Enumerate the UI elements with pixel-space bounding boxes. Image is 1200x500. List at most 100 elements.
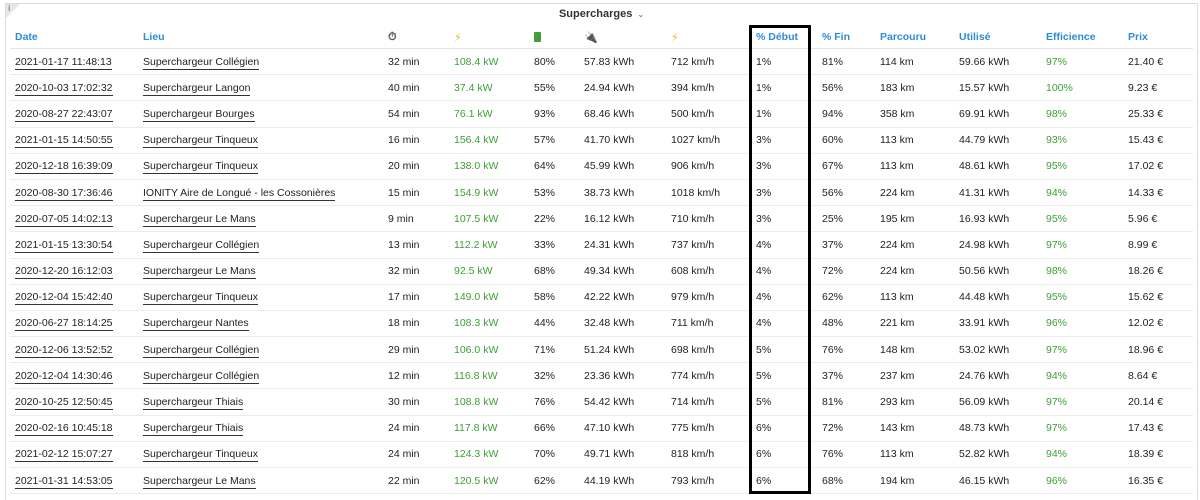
table-row[interactable]: 2020-12-20 16:12:03 Superchargeur Le Mans… [10,258,1193,285]
cell-lieu[interactable]: Superchargeur Nantes [138,310,383,338]
panel-title-text[interactable]: Supercharges [559,8,632,20]
cell-date-link[interactable]: 2020-12-04 14:30:46 [15,369,113,384]
cell-date-link[interactable]: 2020-12-06 13:52:52 [15,343,113,358]
column-header-utilise[interactable]: Utilisé [954,26,1041,49]
cell-lieu-link[interactable]: Superchargeur Collégien [143,238,260,253]
cell-lieu-link[interactable]: Superchargeur Le Mans [143,212,256,227]
table-row[interactable]: 2021-01-15 13:30:54 Superchargeur Collégi… [10,231,1193,259]
cell-date[interactable]: 2021-01-17 11:48:13 [10,48,138,76]
column-header-lieu[interactable]: Lieu [138,26,383,49]
cell-lieu-link[interactable]: Superchargeur Langon [143,81,251,96]
column-header-rate[interactable]: ⚡ [666,26,743,49]
cell-date-link[interactable]: 2020-10-03 17:02:32 [15,81,113,96]
cell-lieu[interactable]: Superchargeur Thiais [138,415,383,442]
cell-date[interactable]: 2020-12-04 15:42:40 [10,284,138,311]
cell-date[interactable]: 2020-12-20 16:12:03 [10,258,138,285]
chevron-down-icon[interactable]: ⌄ [637,10,644,19]
table-row[interactable]: 2020-06-27 18:14:25 Superchargeur Nantes 1… [10,310,1193,338]
table-row[interactable]: 2020-02-16 10:45:18 Superchargeur Thiais 2… [10,415,1193,442]
cell-lieu[interactable]: Superchargeur Tinqueux [138,127,383,154]
table-row[interactable]: 2020-07-05 14:02:13 Superchargeur Le Mans… [10,205,1193,233]
cell-lieu-link[interactable]: Superchargeur Tinqueux [143,291,258,306]
cell-lieu-link[interactable]: Superchargeur Bourges [143,107,255,122]
cell-lieu[interactable]: Superchargeur Le Mans [138,205,383,233]
cell-lieu[interactable]: Superchargeur Collégien [138,231,383,259]
cell-date-link[interactable]: 2020-10-25 12:50:45 [15,396,113,411]
cell-lieu-link[interactable]: Superchargeur Thiais [143,422,244,437]
cell-date[interactable]: 2020-02-16 10:45:18 [10,415,138,442]
column-header-debut[interactable]: % Début [743,26,817,49]
cell-lieu[interactable]: Superchargeur Thiais [138,388,383,416]
cell-date-link[interactable]: 2021-01-31 14:53:05 [15,474,113,489]
column-header-parcouru[interactable]: Parcouru [875,26,954,49]
cell-date[interactable]: 2021-01-15 14:50:55 [10,127,138,154]
cell-date[interactable]: 2020-08-27 22:43:07 [10,100,138,128]
cell-lieu[interactable]: Superchargeur Collégien [138,336,383,364]
cell-date[interactable]: 2020-10-25 12:50:45 [10,388,138,416]
cell-lieu-link[interactable]: Superchargeur Tinqueux [143,134,258,149]
cell-date-link[interactable]: 2020-08-27 22:43:07 [15,107,113,122]
cell-date-link[interactable]: 2020-12-20 16:12:03 [15,265,113,280]
cell-lieu[interactable]: Superchargeur Tinqueux [138,153,383,180]
cell-date-link[interactable]: 2021-01-15 13:30:54 [15,238,113,253]
table-row[interactable]: 2021-01-15 14:50:55 Superchargeur Tinqueu… [10,127,1193,154]
cell-lieu-link[interactable]: Superchargeur Collégien [143,55,260,70]
cell-lieu[interactable]: Superchargeur Tinqueux [138,284,383,311]
cell-lieu[interactable]: Superchargeur Le Mans [138,258,383,285]
cell-date-link[interactable]: 2020-06-27 18:14:25 [15,317,113,332]
column-header-prix[interactable]: Prix [1123,26,1193,49]
column-header-date[interactable]: Date [10,26,138,49]
table-row[interactable]: 2021-02-12 15:07:27 Superchargeur Tinqueu… [10,441,1193,469]
cell-lieu-link[interactable]: Superchargeur Tinqueux [143,160,258,175]
cell-date[interactable]: 2021-01-31 14:53:05 [10,467,138,495]
table-row[interactable]: 2020-10-25 12:50:45 Superchargeur Thiais 3… [10,388,1193,416]
cell-lieu[interactable]: Superchargeur Collégien [138,362,383,390]
table-row[interactable]: 2020-12-06 13:52:52 Superchargeur Collégi… [10,336,1193,364]
cell-lieu[interactable]: Superchargeur Le Mans [138,467,383,495]
cell-lieu-link[interactable]: Superchargeur Le Mans [143,265,256,280]
cell-date[interactable]: 2020-06-27 18:14:25 [10,310,138,338]
cell-date-link[interactable]: 2020-02-16 10:45:18 [15,422,113,437]
table-row[interactable]: 2020-08-27 22:43:07 Superchargeur Bourges… [10,100,1193,128]
table-row[interactable]: 2020-08-30 17:36:46 IONITY Aire de Longué… [10,179,1193,207]
table-row[interactable]: 2021-01-31 14:53:05 Superchargeur Le Mans… [10,467,1193,495]
cell-date-link[interactable]: 2021-01-15 14:50:55 [15,134,113,149]
panel-title[interactable]: Supercharges ⌄ [6,8,1197,20]
cell-lieu[interactable]: IONITY Aire de Longué - les Cossonières [138,179,383,207]
cell-date[interactable]: 2020-07-05 14:02:13 [10,205,138,233]
cell-lieu[interactable]: Superchargeur Tinqueux [138,441,383,469]
table-row[interactable]: 2020-12-18 16:39:09 Superchargeur Tinqueu… [10,153,1193,180]
column-header-duration[interactable]: ⏱ [383,26,449,49]
cell-date-link[interactable]: 2020-12-04 15:42:40 [15,291,113,306]
cell-date[interactable]: 2021-01-15 13:30:54 [10,231,138,259]
table-row[interactable]: 2020-12-04 15:42:40 Superchargeur Tinqueu… [10,284,1193,311]
cell-lieu-link[interactable]: Superchargeur Tinqueux [143,448,258,463]
cell-date[interactable]: 2020-12-18 16:39:09 [10,153,138,180]
column-header-efficience[interactable]: Efficience [1041,26,1123,49]
cell-lieu-link[interactable]: Superchargeur Nantes [143,317,249,332]
cell-date[interactable]: 2020-10-03 17:02:32 [10,74,138,102]
cell-date[interactable]: 2020-12-04 14:30:46 [10,362,138,390]
cell-date[interactable]: 2020-12-06 13:52:52 [10,336,138,364]
cell-date-link[interactable]: 2021-01-17 11:48:13 [15,55,112,70]
column-header-fin[interactable]: % Fin [817,26,875,49]
cell-date-link[interactable]: 2020-08-30 17:36:46 [15,186,113,201]
cell-date-link[interactable]: 2020-12-18 16:39:09 [15,160,113,175]
cell-lieu[interactable]: Superchargeur Bourges [138,100,383,128]
cell-lieu-link[interactable]: Superchargeur Le Mans [143,474,256,489]
cell-lieu-link[interactable]: Superchargeur Collégien [143,343,260,358]
column-header-power[interactable]: ⚡ [449,26,529,49]
table-row[interactable]: 2020-12-04 14:30:46 Superchargeur Collégi… [10,362,1193,390]
cell-date[interactable]: 2021-02-12 15:07:27 [10,441,138,469]
cell-lieu-link[interactable]: Superchargeur Collégien [143,369,260,384]
cell-lieu[interactable]: Superchargeur Langon [138,74,383,102]
column-header-battery[interactable] [529,26,579,49]
cell-lieu[interactable]: Superchargeur Collégien [138,48,383,76]
table-row[interactable]: 2021-01-17 11:48:13 Superchargeur Collégi… [10,48,1193,76]
cell-date[interactable]: 2020-08-30 17:36:46 [10,179,138,207]
cell-date-link[interactable]: 2020-07-05 14:02:13 [15,212,113,227]
cell-date-link[interactable]: 2021-02-12 15:07:27 [15,448,113,463]
cell-lieu-link[interactable]: IONITY Aire de Longué - les Cossonières [143,186,336,201]
table-row[interactable]: 2020-10-03 17:02:32 Superchargeur Langon 4… [10,74,1193,102]
cell-lieu-link[interactable]: Superchargeur Thiais [143,396,244,411]
